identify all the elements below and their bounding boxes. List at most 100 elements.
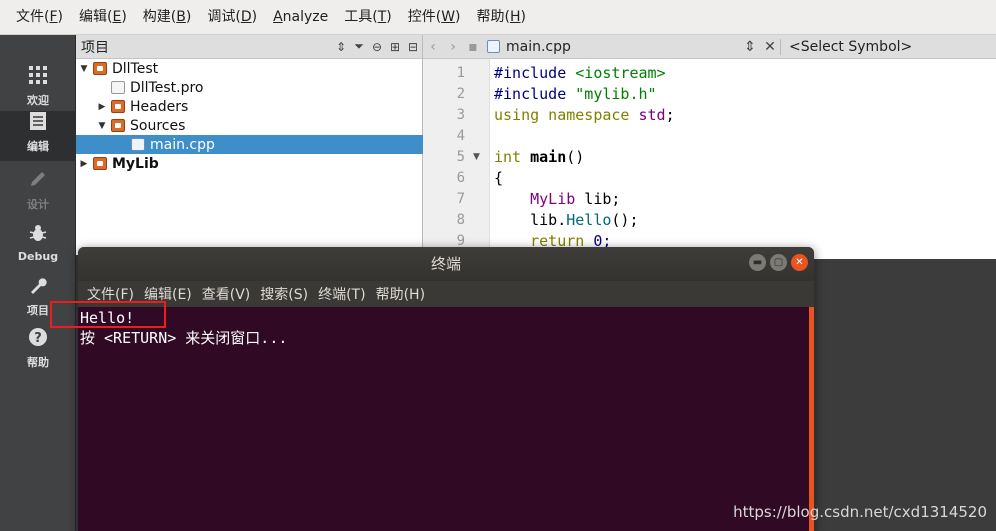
expanded-arrow-icon[interactable]: ▼ [96, 121, 108, 131]
back-icon[interactable]: ‹ [423, 39, 443, 55]
pro-file-icon [111, 81, 125, 94]
svg-text:?: ? [34, 331, 42, 346]
code-line: int main() [494, 148, 585, 166]
terminal-line: 按 <RETURN> 来关闭窗口... [80, 329, 288, 347]
expanded-arrow-icon[interactable]: ▼ [78, 64, 90, 74]
mode-label: 欢迎 [27, 94, 49, 107]
menu-help[interactable]: 帮助(H) [469, 0, 534, 34]
mode-design[interactable]: 设计 [0, 169, 76, 219]
line-number: 1 [456, 65, 465, 81]
link-icon[interactable]: ⊖ [368, 40, 386, 54]
mode-label: 编辑 [27, 140, 49, 153]
tree-item-label: main.cpp [150, 136, 215, 153]
bug-icon [0, 223, 76, 249]
grid-icon [0, 65, 76, 91]
menu-bar: 文件(F) 编辑(E) 构建(B) 调试(D) Analyze 工具(T) 控件… [0, 0, 996, 35]
symbol-selector[interactable]: <Select Symbol> [780, 38, 912, 55]
collapsed-arrow-icon[interactable]: ▶ [96, 102, 108, 112]
minimize-icon[interactable]: ▬ [749, 254, 766, 271]
close-document-icon[interactable]: ✕ [760, 39, 780, 55]
mode-label: 设计 [27, 198, 49, 211]
updown-arrows-icon[interactable]: ⇕ [740, 39, 760, 55]
mode-edit[interactable]: 编辑 [0, 111, 76, 161]
terminal-scrollbar[interactable] [809, 307, 814, 531]
tree-item-label: Sources [130, 117, 186, 134]
tree-item-label: MyLib [112, 155, 159, 172]
highlight-annotation-box [50, 301, 166, 328]
code-line: using namespace std; [494, 106, 675, 124]
close-icon[interactable]: ✕ [791, 254, 808, 271]
lock-icon: ▪ [468, 38, 478, 55]
window-buttons: ▬ ▢ ✕ [749, 254, 808, 271]
terminal-output[interactable]: Hello! 按 <RETURN> 来关闭窗口... [78, 307, 814, 531]
code-line: #include "mylib.h" [494, 85, 657, 103]
code-editor[interactable]: 1 2 3 4 5 ▼ 6 7 8 9 #include <iostream> … [423, 59, 996, 259]
mode-sidebar: 欢迎 编辑 设计 Debug 项目 ? 帮助 [0, 35, 76, 531]
menu-analyze[interactable]: Analyze [265, 0, 336, 34]
menu-file[interactable]: 文件(F) [8, 0, 71, 34]
menu-widgets[interactable]: 控件(W) [400, 0, 469, 34]
line-number: 7 [456, 191, 465, 207]
line-number: 3 [456, 107, 465, 123]
tree-item-headers[interactable]: ▶ Headers [76, 97, 423, 116]
document-icon [0, 111, 76, 137]
line-number: 5 [456, 149, 465, 165]
line-number: 4 [456, 128, 465, 144]
forward-icon[interactable]: › [443, 39, 463, 55]
terminal-menu-search[interactable]: 搜索(S) [255, 284, 313, 304]
mode-label: Debug [17, 250, 59, 263]
line-number: 6 [456, 170, 465, 186]
split-icon[interactable]: ⊞ [386, 40, 404, 54]
project-panel-title: 项目 [81, 39, 109, 56]
cpp-file-icon [487, 40, 500, 53]
menu-build[interactable]: 构建(B) [135, 0, 200, 34]
tree-item-sources[interactable]: ▼ Sources [76, 116, 423, 135]
question-icon: ? [0, 327, 76, 353]
tree-item-dlltest[interactable]: ▼ DllTest [76, 59, 423, 78]
tree-item-label: DllTest [112, 60, 159, 77]
folder-icon [111, 119, 125, 132]
code-line: MyLib lib; [530, 190, 621, 208]
menu-debug[interactable]: 调试(D) [199, 0, 265, 34]
pencil-icon [0, 169, 76, 195]
collapsed-arrow-icon[interactable]: ▶ [78, 159, 90, 169]
updown-arrows-icon[interactable]: ⇕ [332, 40, 350, 54]
menu-edit[interactable]: 编辑(E) [71, 0, 135, 34]
editor-filename[interactable]: main.cpp [500, 39, 740, 55]
line-number: 2 [456, 86, 465, 102]
line-number: 8 [456, 212, 465, 228]
filter-icon[interactable]: ⏷ [350, 39, 368, 54]
project-icon [93, 62, 107, 75]
folder-icon [111, 100, 125, 113]
project-panel-header: 项目 ⇕ ⏷ ⊖ ⊞ ⊟ [76, 35, 422, 59]
terminal-menu-view[interactable]: 查看(V) [197, 284, 256, 304]
mode-label: 帮助 [27, 356, 49, 369]
watermark: https://blog.csdn.net/cxd1314520 [733, 503, 987, 521]
mode-welcome[interactable]: 欢迎 [0, 65, 76, 115]
menu-tools[interactable]: 工具(T) [336, 0, 400, 34]
terminal-menu-help[interactable]: 帮助(H) [371, 284, 430, 304]
cpp-file-icon [131, 138, 145, 151]
maximize-icon[interactable]: ▢ [770, 254, 787, 271]
terminal-menu-terminal[interactable]: 终端(T) [313, 284, 370, 304]
editor-toolbar: ‹ › ▪ main.cpp ⇕ ✕ <Select Symbol> [423, 35, 996, 59]
mode-debug[interactable]: Debug [0, 223, 76, 273]
tree-item-main-cpp[interactable]: main.cpp [76, 135, 423, 154]
fold-arrow-icon[interactable]: ▼ [473, 147, 480, 168]
mode-help[interactable]: ? 帮助 [0, 327, 76, 377]
code-line: { [494, 169, 504, 187]
code-line: lib.Hello(); [494, 211, 639, 229]
terminal-menubar: 文件(F) 编辑(E) 查看(V) 搜索(S) 终端(T) 帮助(H) [78, 281, 814, 307]
close-panel-icon[interactable]: ⊟ [404, 40, 422, 54]
tree-item-dlltest-pro[interactable]: DllTest.pro [76, 78, 423, 97]
terminal-title: 终端 [430, 255, 461, 273]
code-line: #include <iostream> [494, 64, 666, 82]
tree-item-label: Headers [130, 98, 189, 115]
tree-item-mylib[interactable]: ▶ MyLib [76, 154, 423, 173]
terminal-window: 终端 ▬ ▢ ✕ 文件(F) 编辑(E) 查看(V) 搜索(S) 终端(T) 帮… [78, 247, 814, 531]
project-icon [93, 157, 107, 170]
project-panel: 项目 ⇕ ⏷ ⊖ ⊞ ⊟ ▼ DllTest DllTest.pro ▶ Hea… [76, 35, 423, 255]
terminal-titlebar[interactable]: 终端 ▬ ▢ ✕ [78, 247, 814, 281]
tree-item-label: DllTest.pro [130, 79, 204, 96]
